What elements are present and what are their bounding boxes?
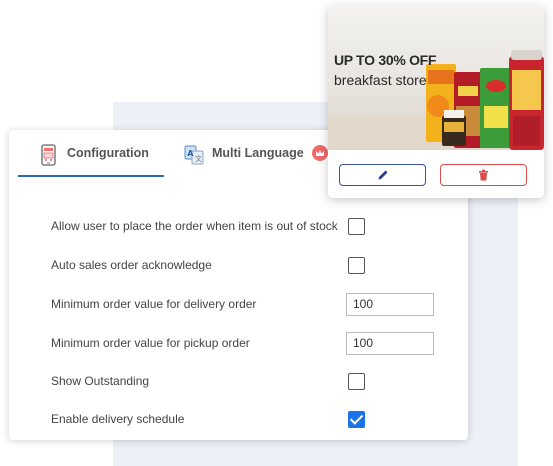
svg-text:文: 文 (195, 154, 202, 163)
setting-label: Minimum order value for pickup order (51, 336, 250, 350)
tab-multi-language-label: Multi Language (212, 146, 304, 160)
promo-banner-card: UP TO 30% OFF breakfast store (328, 6, 544, 198)
tab-configuration[interactable]: Configuration (18, 144, 164, 178)
svg-text:A: A (187, 149, 194, 158)
setting-row-show-outstanding: Show Outstanding (51, 364, 441, 398)
delete-button[interactable] (440, 164, 527, 186)
setting-label: Show Outstanding (51, 374, 150, 388)
edit-button[interactable] (339, 164, 426, 186)
setting-label: Enable delivery schedule (51, 412, 185, 426)
setting-row-min-pickup: Minimum order value for pickup order (51, 326, 441, 360)
tab-multi-language[interactable]: A 文 Multi Language (184, 144, 334, 178)
setting-row-out-of-stock: Allow user to place the order when item … (51, 209, 441, 243)
tab-configuration-label: Configuration (67, 146, 149, 160)
pencil-icon (378, 170, 387, 180)
out-of-stock-checkbox[interactable] (348, 217, 365, 235)
trash-icon (479, 169, 488, 181)
min-pickup-order-input[interactable] (346, 331, 434, 355)
setting-row-delivery-schedule: Enable delivery schedule (51, 402, 441, 436)
promo-subline: breakfast store (334, 72, 427, 88)
show-outstanding-checkbox[interactable] (348, 372, 365, 390)
setting-row-min-delivery: Minimum order value for delivery order (51, 287, 441, 321)
setting-label: Auto sales order acknowledge (51, 258, 212, 272)
phone-cart-icon (41, 144, 56, 166)
translate-icon: A 文 (184, 145, 204, 165)
setting-row-auto-ack: Auto sales order acknowledge (51, 248, 441, 282)
auto-ack-checkbox[interactable] (348, 256, 365, 274)
delivery-schedule-checkbox[interactable] (348, 410, 365, 428)
setting-label: Minimum order value for delivery order (51, 297, 257, 311)
setting-label: Allow user to place the order when item … (51, 219, 338, 233)
min-delivery-order-input[interactable] (346, 292, 434, 316)
promo-headline: UP TO 30% OFF (334, 52, 437, 68)
crown-badge-icon (311, 145, 328, 161)
